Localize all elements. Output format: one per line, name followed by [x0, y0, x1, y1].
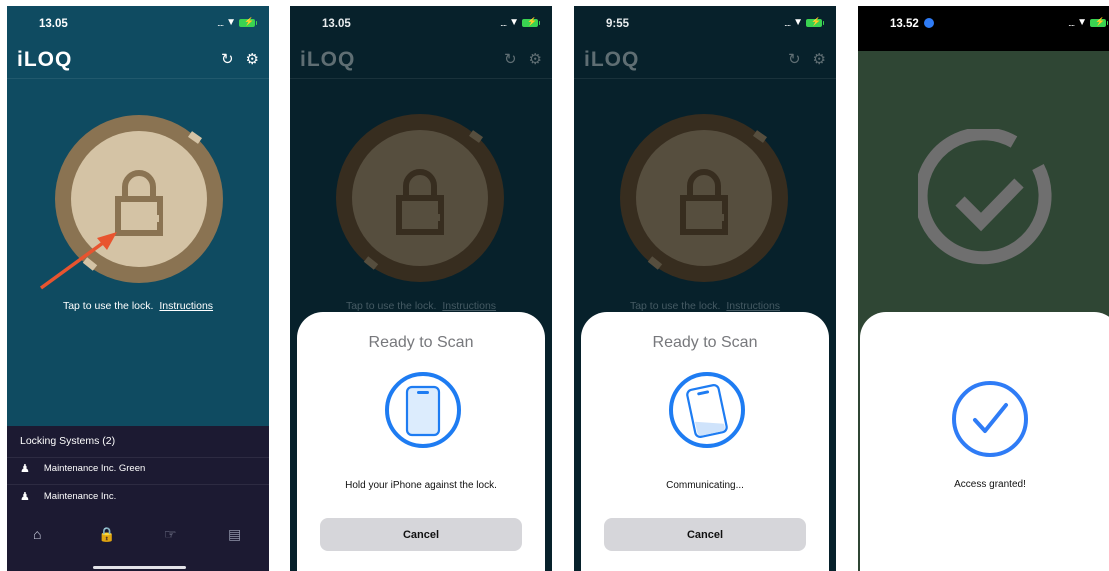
tap-hint: Tap to use the lock. — [345, 300, 437, 312]
lock-icon[interactable]: 🔒 — [98, 526, 115, 543]
sheet-title: Ready to Scan — [368, 334, 474, 351]
lock-holder-icon: ♟ — [20, 491, 30, 503]
check-icon — [952, 381, 1028, 457]
cancel-button[interactable]: Cancel — [604, 518, 806, 551]
status-time: 13.05 — [39, 18, 68, 30]
tab-bar: ⌂ 🔒 ☞ ▤ — [7, 520, 269, 571]
messages-icon[interactable]: ▤ — [228, 526, 241, 543]
tap-hint: Tap to use the lock. — [629, 300, 721, 312]
refresh-icon[interactable]: ↻ — [221, 50, 234, 68]
status-time: 13.05 — [322, 18, 351, 30]
screen-home: 13.05 .... ▼ ⚡ iLOQ ↻ ⚙ Tap to use the l… — [7, 6, 269, 571]
battery-icon: ⚡ — [1090, 17, 1108, 27]
success-check-icon — [918, 129, 1052, 265]
app-logo: iLOQ — [584, 48, 640, 71]
phone-icon — [385, 372, 461, 448]
key-hand-icon[interactable]: ☞ — [164, 526, 177, 543]
wifi-icon: ▼ — [1077, 17, 1087, 28]
instructions-link[interactable]: Instructions — [159, 300, 213, 312]
app-logo: iLOQ — [300, 48, 356, 71]
list-item-label: Maintenance Inc. Green — [43, 463, 146, 474]
signal-icon: .... — [784, 18, 791, 28]
instructions-link: Instructions — [442, 300, 497, 312]
cancel-button[interactable]: Cancel — [320, 518, 522, 551]
status-bar: 13.05 .... ▼ ⚡ — [7, 6, 269, 40]
list-item[interactable]: ♟ Maintenance Inc. — [20, 490, 116, 503]
sheet-message: Hold your iPhone against the lock. — [345, 480, 497, 491]
signal-icon: .... — [500, 18, 507, 28]
status-time: 13.52 — [890, 18, 919, 30]
refresh-icon: ↻ — [787, 51, 801, 68]
signal-icon: .... — [1068, 18, 1075, 28]
list-item-label: Maintenance Inc. — [43, 491, 117, 502]
locking-systems-panel: Locking Systems (2) ♟ Maintenance Inc. G… — [7, 426, 269, 520]
instructions-link: Instructions — [726, 300, 781, 312]
status-time: 9:55 — [606, 18, 630, 30]
lock-holder-icon: ♟ — [20, 463, 30, 475]
wifi-icon: ▼ — [509, 17, 519, 28]
gear-icon: ⚙ — [812, 51, 826, 68]
home-indicator — [93, 566, 186, 569]
screen-communicating: 9:55 .... ▼ ⚡ iLOQ ↻ ⚙ Tap to use the lo… — [574, 6, 836, 571]
gear-icon[interactable]: ⚙ — [246, 50, 259, 68]
phone-icon — [669, 372, 745, 448]
wifi-icon: ▼ — [226, 17, 236, 28]
nfc-scan-sheet: Ready to Scan Hold your iPhone against t… — [297, 312, 545, 571]
tap-hint: Tap to use the lock. — [62, 300, 154, 312]
battery-icon: ⚡ — [522, 17, 540, 27]
screen-ready-to-scan: 13.05 .... ▼ ⚡ iLOQ ↻ ⚙ Tap to use the l… — [290, 6, 552, 571]
sheet-message: Access granted! — [954, 479, 1026, 490]
refresh-icon: ↻ — [503, 51, 517, 68]
arrow-indicator — [39, 232, 117, 290]
location-icon — [923, 17, 934, 28]
home-icon[interactable]: ⌂ — [33, 526, 41, 542]
locking-systems-title: Locking Systems (2) — [20, 435, 116, 447]
wifi-icon: ▼ — [793, 17, 803, 28]
screen-access-granted: 13.52 .... ▼ ⚡ Access granted! — [858, 6, 1109, 571]
result-sheet: Access granted! — [860, 312, 1109, 571]
lock-button — [620, 114, 788, 282]
lock-button — [336, 114, 504, 282]
nfc-scan-sheet: Ready to Scan Communicating... Cancel — [581, 312, 829, 571]
list-item[interactable]: ♟ Maintenance Inc. Green — [20, 462, 145, 475]
signal-icon: .... — [217, 18, 224, 28]
battery-icon: ⚡ — [239, 17, 257, 27]
sheet-message: Communicating... — [666, 480, 744, 491]
gear-icon: ⚙ — [528, 51, 542, 68]
app-header: iLOQ ↻ ⚙ — [7, 42, 269, 79]
app-logo: iLOQ — [17, 48, 73, 71]
sheet-title: Ready to Scan — [652, 334, 758, 351]
battery-icon: ⚡ — [806, 17, 824, 27]
